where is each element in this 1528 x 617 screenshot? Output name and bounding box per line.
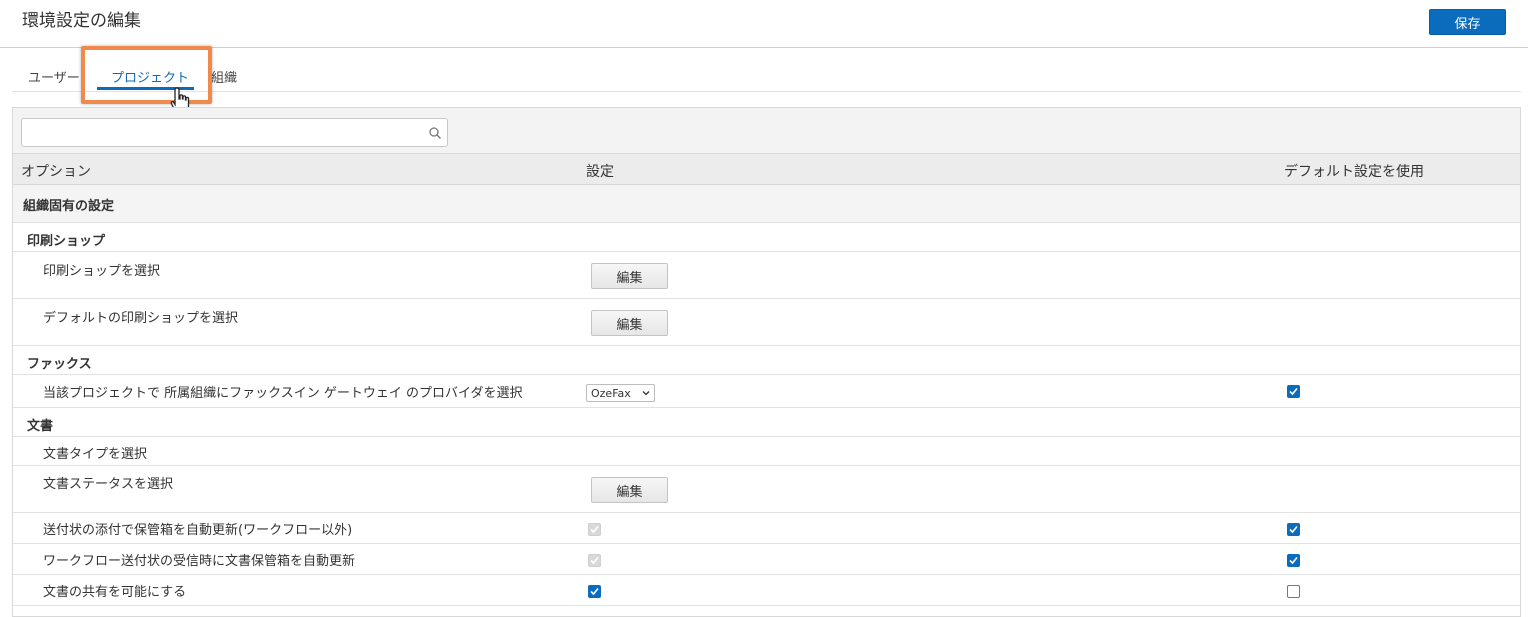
table-row: 送付状の添付で保管箱を自動更新(ワークフロー以外) xyxy=(13,513,1520,544)
use-default-checkbox[interactable] xyxy=(1287,554,1300,567)
option-label: ワークフロー送付状の受信時に文書保管箱を自動更新 xyxy=(43,554,356,569)
use-default-checkbox[interactable] xyxy=(1287,585,1300,598)
save-button[interactable]: 保存 xyxy=(1429,9,1506,35)
option-label: デフォルトの印刷ショップを選択 xyxy=(43,311,239,326)
check-icon xyxy=(1289,525,1298,534)
group-row: ファックス xyxy=(13,346,1520,375)
table-row: 文書の共有を可能にする xyxy=(13,575,1520,606)
edit-button[interactable]: 編集 xyxy=(591,263,668,289)
group-title: ファックス xyxy=(27,357,92,372)
check-icon xyxy=(590,587,599,596)
edit-button[interactable]: 編集 xyxy=(591,310,668,336)
check-icon xyxy=(590,556,599,565)
search-input[interactable] xyxy=(21,118,448,147)
option-label: 文書ステータスを選択 xyxy=(43,477,174,492)
chevron-down-icon xyxy=(642,391,650,396)
group-title: 文書 xyxy=(27,419,54,434)
tab-organization[interactable]: 組織 xyxy=(211,67,237,86)
column-header-use-default: デフォルト設定を使用 xyxy=(1284,164,1424,180)
setting-checkbox[interactable] xyxy=(588,554,601,567)
use-default-checkbox[interactable] xyxy=(1287,385,1300,398)
option-label: 文書の共有を可能にする xyxy=(43,585,187,600)
check-icon xyxy=(1289,556,1298,565)
search-icon[interactable] xyxy=(428,126,442,140)
column-header-option: オプション xyxy=(21,164,91,180)
header-divider xyxy=(0,47,1528,48)
select-value: OzeFax xyxy=(591,386,631,400)
table-header: オプション 設定 デフォルト設定を使用 xyxy=(13,154,1520,185)
tab-users[interactable]: ユーザー xyxy=(28,67,80,86)
option-label: 文書タイプを選択 xyxy=(43,447,148,462)
use-default-checkbox[interactable] xyxy=(1287,523,1300,536)
table-row: 文書ステータスを選択 編集 xyxy=(13,466,1520,513)
section-title: 組織固有の設定 xyxy=(23,199,115,214)
tabs-divider xyxy=(12,91,1521,92)
table-row: デフォルトの印刷ショップを選択 編集 xyxy=(13,299,1520,346)
group-title: 印刷ショップ xyxy=(27,234,106,249)
section-row: 組織固有の設定 xyxy=(13,185,1520,223)
table-row: 文書タイプを選択 xyxy=(13,437,1520,466)
option-label: 当該プロジェクトで 所属組織にファックスイン ゲートウェイ のプロバイダを選択 xyxy=(43,386,523,401)
setting-checkbox[interactable] xyxy=(588,523,601,536)
preferences-panel: オプション 設定 デフォルト設定を使用 組織固有の設定 印刷ショップ 印刷ショッ… xyxy=(12,107,1521,617)
option-label: 送付状の添付で保管箱を自動更新(ワークフロー以外) xyxy=(43,523,353,538)
search-bar xyxy=(13,108,1520,154)
page-title: 環境設定の編集 xyxy=(22,11,141,31)
check-icon xyxy=(1289,387,1298,396)
group-row: 印刷ショップ xyxy=(13,223,1520,252)
fax-provider-select[interactable]: OzeFax xyxy=(586,384,655,402)
column-header-setting: 設定 xyxy=(586,164,614,180)
check-icon xyxy=(590,525,599,534)
group-row: 文書 xyxy=(13,408,1520,437)
edit-button[interactable]: 編集 xyxy=(591,477,668,503)
table-row: 当該プロジェクトで 所属組織にファックスイン ゲートウェイ のプロバイダを選択 … xyxy=(13,375,1520,408)
option-label: 印刷ショップを選択 xyxy=(43,264,161,279)
table-row: ワークフロー送付状の受信時に文書保管箱を自動更新 xyxy=(13,544,1520,575)
setting-checkbox[interactable] xyxy=(588,585,601,598)
table-row: 印刷ショップを選択 編集 xyxy=(13,252,1520,299)
